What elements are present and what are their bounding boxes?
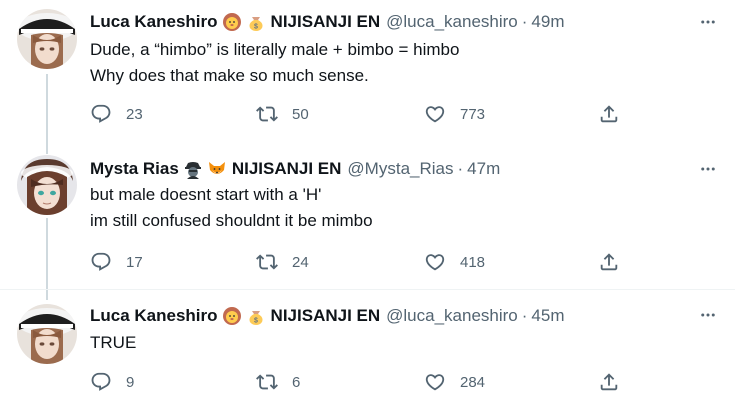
lion-emoji-icon [222,12,242,32]
reply-count: 23 [126,105,143,123]
affiliation-label: NIJISANJI EN [231,159,342,178]
reply-button[interactable]: 9 [90,371,134,393]
share-button[interactable] [598,103,620,125]
tweet-header: Mysta Rias NIJISANJI EN @Mysta_Rias · 47… [90,158,685,180]
tweet-text-line: but male doesnt start with a 'H' [90,185,322,204]
display-name[interactable]: Luca Kaneshiro [90,11,218,33]
tweet-text: but male doesnt start with a 'H' im stil… [90,182,695,234]
avatar[interactable] [17,155,77,215]
separator-dot: · [521,306,528,325]
like-button[interactable]: 284 [424,371,485,393]
timestamp[interactable]: 45m [531,305,564,327]
separator-dot: · [457,159,464,178]
share-button[interactable] [598,251,620,273]
retweet-count: 50 [292,105,309,123]
user-handle[interactable]: @luca_kaneshiro [386,11,518,33]
tweet-text-line: TRUE [90,333,137,352]
share-button[interactable] [598,371,620,393]
retweet-button[interactable]: 24 [256,251,309,273]
retweet-count: 24 [292,253,309,271]
like-count: 773 [460,105,486,123]
heart-icon [425,254,445,271]
svg-text:$: $ [254,24,258,31]
reply-button[interactable]: 17 [90,251,143,273]
retweet-icon [256,374,278,390]
action-bar: 23 50 773 [90,103,630,127]
lion-emoji-icon [222,306,242,326]
user-handle[interactable]: @luca_kaneshiro [386,305,518,327]
timestamp[interactable]: 47m [467,158,500,180]
share-icon [600,373,618,391]
like-button[interactable]: 418 [424,251,485,273]
tweet[interactable]: Luca Kaneshiro $ NIJISANJI EN @luca_kane… [0,290,735,413]
tweet-text-line: Why does that make so much sense. [90,66,369,85]
detective-emoji-icon [183,159,203,179]
reply-button[interactable]: 23 [90,103,143,125]
like-count: 418 [460,253,486,271]
like-count: 284 [460,373,486,391]
action-bar: 17 24 418 [90,251,630,275]
reply-icon [91,104,111,123]
affiliation-label: NIJISANJI EN [270,306,381,325]
svg-text:$: $ [254,318,258,325]
fox-emoji-icon [207,159,227,179]
more-options-icon[interactable] [698,305,718,325]
separator-dot: · [521,12,528,31]
reply-icon [91,372,111,391]
display-name[interactable]: Luca Kaneshiro [90,305,218,327]
tweet-text-line: im still confused shouldnt it be mimbo [90,211,373,230]
tweet-text: Dude, a “himbo” is literally male + bimb… [90,37,695,89]
tweet-header: Luca Kaneshiro $ NIJISANJI EN @luca_kane… [90,305,685,327]
tweet[interactable]: Mysta Rias NIJISANJI EN @Mysta_Rias · 47… [0,142,735,290]
more-options-icon[interactable] [698,159,718,179]
timestamp[interactable]: 49m [531,11,564,33]
retweet-count: 6 [292,373,301,391]
retweet-icon [256,254,278,270]
avatar[interactable] [17,304,77,364]
heart-icon [425,106,445,123]
reply-count: 17 [126,253,143,271]
money-bag-emoji-icon: $ [246,306,266,326]
display-name[interactable]: Mysta Rias [90,158,179,180]
tweet-text: TRUE [90,330,695,356]
money-bag-emoji-icon: $ [246,12,266,32]
action-bar: 9 6 284 [90,371,630,395]
affiliation-label: NIJISANJI EN [270,12,381,31]
tweet-header: Luca Kaneshiro $ NIJISANJI EN @luca_kane… [90,11,685,33]
retweet-icon [256,106,278,122]
tweet[interactable]: Luca Kaneshiro $ NIJISANJI EN @luca_kane… [0,0,735,142]
user-handle[interactable]: @Mysta_Rias [347,158,453,180]
retweet-button[interactable]: 50 [256,103,309,125]
share-icon [600,253,618,271]
reply-icon [91,252,111,271]
reply-count: 9 [126,373,135,391]
heart-icon [425,374,445,391]
avatar[interactable] [17,9,77,69]
tweet-text-line: Dude, a “himbo” is literally male + bimb… [90,40,460,59]
like-button[interactable]: 773 [424,103,485,125]
more-options-icon[interactable] [698,12,718,32]
retweet-button[interactable]: 6 [256,371,300,393]
share-icon [600,105,618,123]
tweet-thread: Luca Kaneshiro $ NIJISANJI EN @luca_kane… [0,0,735,413]
